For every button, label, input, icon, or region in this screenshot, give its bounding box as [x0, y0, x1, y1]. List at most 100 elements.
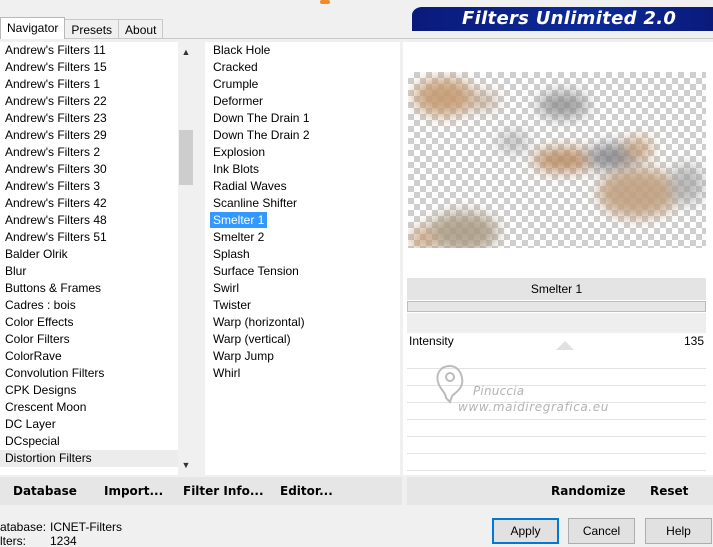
tab-presets[interactable]: Presets	[64, 19, 120, 39]
parameter-header	[407, 313, 706, 333]
category-item[interactable]: Balder Olrik	[0, 246, 178, 263]
filter-item-label: Ink Blots	[213, 162, 260, 176]
filter-item-label: Crumple	[213, 77, 259, 91]
category-item[interactable]: Color Effects	[0, 314, 178, 331]
filter-item[interactable]: Whirl	[205, 365, 400, 382]
category-item[interactable]: DCspecial	[0, 433, 178, 450]
category-item[interactable]: Convolution Filters	[0, 365, 178, 382]
watermark-url: www.maidiregrafica.eu	[458, 400, 609, 414]
watermark-name: Pinuccia	[473, 384, 525, 398]
filter-item[interactable]: Swirl	[205, 280, 400, 297]
cancel-button[interactable]: Cancel	[568, 518, 635, 544]
filter-item[interactable]: Down The Drain 1	[205, 110, 400, 127]
selected-filter-name: Smelter 1	[407, 278, 706, 300]
slider-marker-icon[interactable]	[556, 341, 574, 350]
category-item[interactable]: Cadres : bois	[0, 297, 178, 314]
filter-item-label: Smelter 1	[210, 212, 268, 228]
category-scrollbar[interactable]: ▲ ▼	[178, 42, 194, 475]
filter-item[interactable]: Smelter 1	[205, 212, 400, 229]
category-item[interactable]: Andrew's Filters 23	[0, 110, 178, 127]
parameter-empty-row	[407, 437, 706, 454]
filter-item[interactable]: Twister	[205, 297, 400, 314]
filter-item-label: Warp (horizontal)	[213, 315, 305, 329]
category-item[interactable]: ColorRave	[0, 348, 178, 365]
tab-divider	[0, 38, 713, 39]
scroll-down-icon[interactable]: ▼	[178, 457, 194, 473]
filters-count-value: 1234	[50, 534, 77, 547]
filter-item[interactable]: Splash	[205, 246, 400, 263]
category-item[interactable]: Andrew's Filters 11	[0, 42, 178, 59]
category-item[interactable]: Andrew's Filters 48	[0, 212, 178, 229]
filter-info-button[interactable]: Filter Info...	[183, 484, 264, 498]
scroll-thumb[interactable]	[179, 130, 193, 185]
progress-bar	[407, 301, 706, 312]
category-item[interactable]: Buttons & Frames	[0, 280, 178, 297]
tab-about[interactable]: About	[118, 19, 164, 39]
filter-item-label: Warp (vertical)	[213, 332, 291, 346]
watermark-logo-icon	[436, 364, 464, 404]
category-item[interactable]: Blur	[0, 263, 178, 280]
filter-item-label: Radial Waves	[213, 179, 287, 193]
filter-item[interactable]: Warp Jump	[205, 348, 400, 365]
category-item[interactable]: Andrew's Filters 2	[0, 144, 178, 161]
database-label: atabase:	[0, 520, 47, 534]
filter-item[interactable]: Radial Waves	[205, 178, 400, 195]
filter-item[interactable]: Warp (vertical)	[205, 331, 400, 348]
category-item[interactable]: DC Layer	[0, 416, 178, 433]
category-item[interactable]: Andrew's Filters 15	[0, 59, 178, 76]
editor-button[interactable]: Editor...	[280, 484, 333, 498]
filter-item[interactable]: Explosion	[205, 144, 400, 161]
filter-item-label: Warp Jump	[213, 349, 274, 363]
filter-item-label: Cracked	[213, 60, 258, 74]
filter-item-label: Explosion	[213, 145, 266, 159]
database-button[interactable]: Database	[13, 484, 77, 498]
category-item[interactable]: Andrew's Filters 42	[0, 195, 178, 212]
filter-item[interactable]: Ink Blots	[205, 161, 400, 178]
filter-item[interactable]: Crumple	[205, 76, 400, 93]
filter-list[interactable]: Black Hole Cracked Crumple Deformer Down The…	[205, 42, 400, 475]
filter-item-label: Deformer	[213, 94, 264, 108]
import-button[interactable]: Import...	[104, 484, 163, 498]
database-value: ICNET-Filters	[50, 520, 122, 534]
parameter-empty-row	[407, 420, 706, 437]
filter-item-label: Surface Tension	[213, 264, 299, 278]
randomize-button[interactable]: Randomize	[551, 484, 625, 498]
filter-item[interactable]: Deformer	[205, 93, 400, 110]
filter-item[interactable]: Black Hole	[205, 42, 400, 59]
scroll-up-icon[interactable]: ▲	[178, 44, 194, 60]
banner-accent	[320, 0, 330, 4]
category-item[interactable]: Andrew's Filters 22	[0, 93, 178, 110]
apply-button[interactable]: Apply	[492, 518, 559, 544]
category-item[interactable]: Crescent Moon	[0, 399, 178, 416]
filter-item[interactable]: Smelter 2	[205, 229, 400, 246]
category-item[interactable]: Andrew's Filters 3	[0, 178, 178, 195]
filter-item-label: Scanline Shifter	[213, 196, 298, 210]
filter-item[interactable]: Down The Drain 2	[205, 127, 400, 144]
filter-item[interactable]: Cracked	[205, 59, 400, 76]
filter-item-label: Swirl	[213, 281, 239, 295]
filter-item-label: Twister	[213, 298, 252, 312]
parameter-empty-row	[407, 454, 706, 471]
category-item[interactable]: Andrew's Filters 30	[0, 161, 178, 178]
category-item[interactable]: Distortion Filters	[0, 450, 178, 467]
category-list[interactable]: Andrew's Filters 11 Andrew's Filters 15 An…	[0, 42, 178, 475]
category-item[interactable]: Andrew's Filters 29	[0, 127, 178, 144]
category-item[interactable]: Andrew's Filters 51	[0, 229, 178, 246]
filters-count-label: lters:	[0, 534, 27, 547]
help-button[interactable]: Help	[645, 518, 712, 544]
category-item[interactable]: CPK Designs	[0, 382, 178, 399]
filter-item[interactable]: Surface Tension	[205, 263, 400, 280]
category-item[interactable]: Color Filters	[0, 331, 178, 348]
reset-button[interactable]: Reset	[650, 484, 688, 498]
filter-item[interactable]: Scanline Shifter	[205, 195, 400, 212]
category-item[interactable]: Andrew's Filters 1	[0, 76, 178, 93]
parameter-label: Intensity	[409, 334, 454, 348]
filter-item-label: Smelter 2	[213, 230, 265, 244]
filter-item-label: Down The Drain 1	[213, 111, 310, 125]
app-banner-title: Filters Unlimited 2.0	[412, 7, 713, 31]
filter-item-label: Down The Drain 2	[213, 128, 310, 142]
filter-item-label: Whirl	[213, 366, 241, 380]
filter-item[interactable]: Warp (horizontal)	[205, 314, 400, 331]
tab-navigator[interactable]: Navigator	[0, 17, 66, 39]
preview-image[interactable]	[408, 72, 706, 248]
